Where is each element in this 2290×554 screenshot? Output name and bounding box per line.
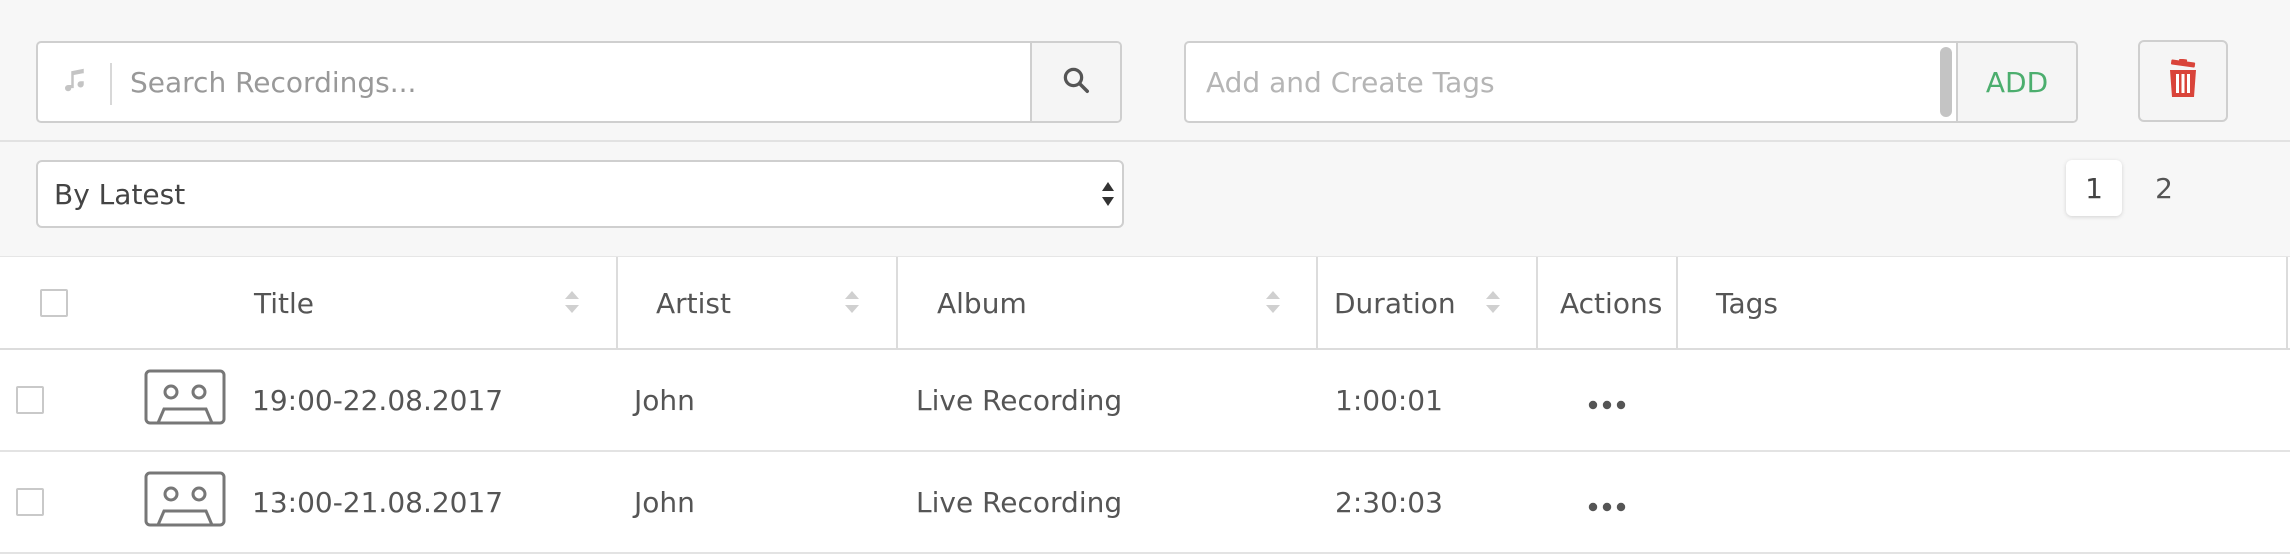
select-arrows-icon [1100, 176, 1116, 212]
tags-scrollbar[interactable] [1940, 47, 1952, 117]
row-actions-button[interactable] [1588, 452, 1626, 552]
row-title: 13:00-21.08.2017 [252, 485, 504, 519]
row-album: Live Recording [916, 485, 1123, 519]
recordings-table: Title Artist Album Duration Actions Tags… [0, 256, 2290, 554]
row-duration: 2:30:03 [1335, 485, 1443, 519]
column-header-album[interactable]: Album [937, 257, 1027, 349]
column-header-duration[interactable]: Duration [1334, 257, 1456, 349]
page-2-button[interactable]: 2 [2136, 160, 2192, 216]
row-select-cell [16, 452, 44, 552]
sort-artist-icon[interactable] [843, 287, 861, 317]
column-divider [1676, 257, 1678, 349]
table-row[interactable]: 19:00-22.08.2017 John Live Recording 1:0… [0, 350, 2290, 452]
column-divider [616, 257, 618, 349]
page-1-button[interactable]: 1 [2066, 160, 2122, 216]
ellipsis-icon [1588, 384, 1626, 417]
sort-title-icon[interactable] [563, 287, 581, 317]
row-checkbox[interactable] [16, 488, 44, 516]
trash-icon [2166, 58, 2200, 103]
tags-input[interactable] [1186, 43, 1940, 121]
select-all-cell [40, 257, 68, 349]
music-note-icon [60, 65, 90, 99]
sort-duration-icon[interactable] [1484, 287, 1502, 317]
magnifier-icon [1061, 65, 1091, 99]
search-button[interactable] [1030, 43, 1120, 121]
column-divider [2286, 257, 2288, 349]
tags-group: ADD [1184, 41, 2078, 123]
sort-bar: By Latest 1 2 [0, 144, 2290, 256]
row-artist: John [634, 383, 695, 417]
row-thumb-cell [144, 350, 226, 450]
row-album: Live Recording [916, 383, 1123, 417]
pagination: 1 2 [2066, 160, 2192, 216]
cassette-icon [144, 369, 226, 432]
row-checkbox[interactable] [16, 386, 44, 414]
table-header: Title Artist Album Duration Actions Tags [0, 256, 2290, 350]
search-group [36, 41, 1122, 123]
sort-selected-value: By Latest [54, 177, 186, 211]
column-header-tags: Tags [1716, 286, 1778, 320]
row-artist: John [634, 485, 695, 519]
column-divider [896, 257, 898, 349]
search-input[interactable] [112, 43, 1030, 121]
select-all-checkbox[interactable] [40, 289, 68, 317]
column-header-title[interactable]: Title [254, 257, 314, 349]
column-divider [1536, 257, 1538, 349]
row-select-cell [16, 350, 44, 450]
column-divider [1316, 257, 1318, 349]
ellipsis-icon [1588, 486, 1626, 519]
row-title: 19:00-22.08.2017 [252, 383, 504, 417]
column-header-actions: Actions [1560, 286, 1663, 320]
cassette-icon [144, 471, 226, 534]
row-duration: 1:00:01 [1335, 383, 1443, 417]
table-row[interactable]: 13:00-21.08.2017 John Live Recording 2:3… [0, 452, 2290, 554]
toolbar: ADD [0, 0, 2290, 142]
row-actions-button[interactable] [1588, 350, 1626, 450]
search-addon [38, 43, 112, 121]
add-tag-button[interactable]: ADD [1956, 43, 2076, 121]
sort-album-icon[interactable] [1264, 287, 1282, 317]
sort-select[interactable]: By Latest [36, 160, 1124, 228]
row-thumb-cell [144, 452, 226, 552]
column-header-artist[interactable]: Artist [656, 257, 731, 349]
delete-button[interactable] [2138, 40, 2228, 122]
